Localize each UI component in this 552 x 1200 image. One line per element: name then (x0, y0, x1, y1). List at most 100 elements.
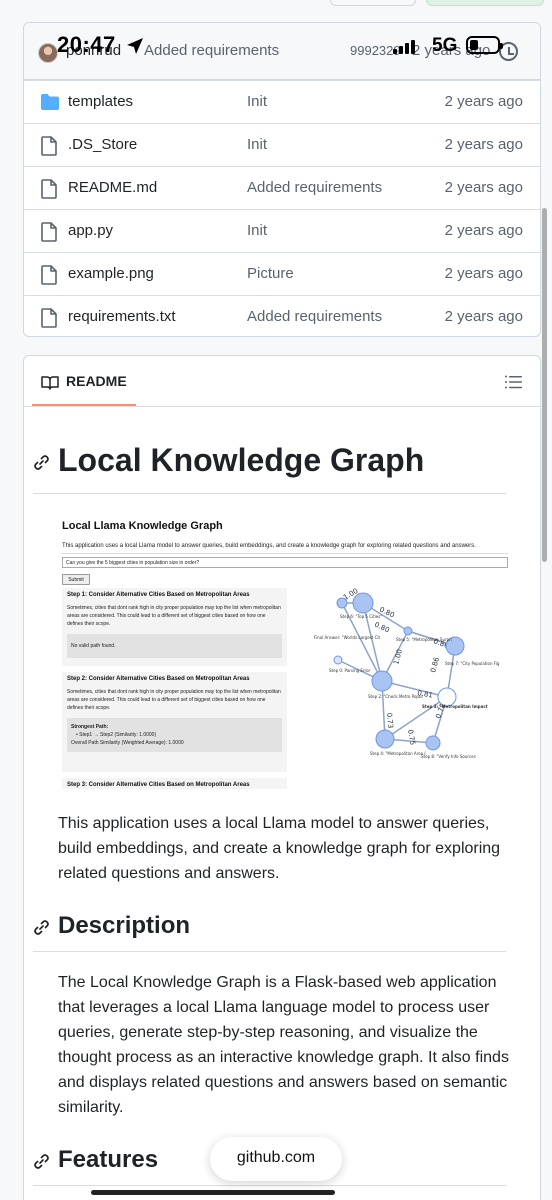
file-time: 2 years ago (444, 136, 523, 153)
node-label: Step 8: "Verify Info Sources (421, 754, 476, 759)
folder-icon (41, 94, 59, 110)
home-indicator (91, 1190, 335, 1195)
page-title: Local Knowledge Graph (58, 442, 425, 478)
file-row[interactable]: templates Init 2 years ago (24, 80, 540, 123)
step-title: Step 2: Consider Alternative Cities Base… (67, 676, 250, 682)
step-result: No valid path found. (67, 634, 282, 658)
example-step-card: Step 2: Consider Alternative Cities Base… (62, 672, 287, 772)
divider (62, 553, 508, 554)
link-icon[interactable] (33, 919, 50, 936)
divider (24, 406, 540, 407)
node-label: Step 0: Parsing Error (329, 668, 371, 673)
node-label: Final Answer: "Worlds Largest Cit (314, 635, 381, 640)
file-commit-message[interactable]: Picture (247, 265, 294, 282)
example-query-input: Can you give the 5 biggest cities in pop… (62, 557, 508, 568)
node-label: Step 6: "Top 5 Cities" (340, 614, 382, 619)
graph-node (403, 626, 413, 636)
file-time: 2 years ago (444, 179, 523, 196)
book-icon (41, 376, 59, 390)
file-commit-message[interactable]: Init (247, 93, 267, 110)
file-row[interactable]: requirements.txt Added requirements 2 ye… (24, 295, 540, 336)
example-step-card: Step 1: Consider Alternative Cities Base… (62, 588, 287, 666)
edge-label: 0.86 (429, 656, 441, 674)
tab-readme[interactable]: README (32, 356, 136, 406)
example-screenshot: Local Llama Knowledge Graph This applica… (58, 513, 508, 789)
step-title: Step 3: Consider Alternative Cities Base… (67, 782, 250, 788)
path-item-text: Step1 → Step2 (Similarity: 1.0000) (79, 732, 157, 738)
edge-label: 0.73 (385, 712, 394, 728)
commit-time: 2 years ago (412, 42, 491, 59)
file-name[interactable]: templates (68, 93, 133, 110)
commit-message[interactable]: Added requirements (144, 42, 279, 59)
strongest-path-label: Strongest Path: (71, 724, 109, 730)
node-label: Step 3: "Metropolitan Impact (422, 704, 488, 709)
file-name[interactable]: example.png (68, 265, 154, 282)
file-icon (41, 308, 57, 328)
strongest-path-item: • Step1 → Step2 (Similarity: 1.0000) (76, 732, 157, 738)
graph-node (375, 729, 395, 749)
commit-hash[interactable]: 9992329 (350, 43, 401, 58)
latest-commit-row: ponnrud Added requirements 9992329 2 yea… (24, 23, 540, 80)
file-icon (41, 222, 57, 242)
outline-icon[interactable] (505, 375, 522, 389)
readme-tab-label: README (66, 373, 127, 389)
step-path: Strongest Path: • Step1 → Step2 (Similar… (67, 718, 282, 752)
node-label: Step 2: "Check Metro Popul (368, 694, 423, 699)
avatar[interactable] (38, 43, 58, 63)
file-icon (41, 136, 57, 156)
code-button[interactable] (426, 0, 544, 6)
file-row[interactable]: example.png Picture 2 years ago (24, 252, 540, 295)
example-submit-button: Submit (62, 574, 90, 585)
link-icon[interactable] (33, 1153, 50, 1170)
top-button[interactable] (330, 0, 416, 6)
file-commit-message[interactable]: Init (247, 136, 267, 153)
step-text: Sometimes, cities that dont rank high in… (67, 689, 281, 711)
file-row[interactable]: app.py Init 2 years ago (24, 209, 540, 252)
scrollbar[interactable] (542, 208, 547, 562)
graph-node (333, 655, 343, 665)
step-text: Sometimes, cities that dont rank high in… (67, 605, 281, 627)
example-title: Local Llama Knowledge Graph (62, 520, 223, 532)
file-icon (41, 265, 57, 285)
graph-node (352, 592, 374, 614)
edge-label: 0.75 (406, 729, 417, 746)
edge-label: 0.80 (373, 621, 391, 635)
edge-label: 1.00 (392, 648, 404, 665)
file-commit-message[interactable]: Added requirements (247, 308, 382, 325)
readme-panel: README Local Knowledge Graph Local Llama… (23, 355, 541, 1200)
file-time: 2 years ago (444, 265, 523, 282)
link-icon[interactable] (33, 454, 50, 471)
section-heading: Features (58, 1146, 159, 1173)
file-time: 2 years ago (444, 222, 523, 239)
file-list-panel: ponnrud Added requirements 9992329 2 yea… (23, 22, 541, 337)
file-name[interactable]: README.md (68, 179, 157, 196)
example-description: This application uses a local Llama mode… (62, 543, 476, 549)
step-title: Step 1: Consider Alternative Cities Base… (67, 592, 250, 598)
node-label: Step 7: "City Population Fig (445, 661, 500, 666)
intro-paragraph: This application uses a local Llama mode… (58, 815, 501, 882)
path-similarity: Overall Path Similarity (Weighted Averag… (71, 740, 184, 746)
node-label: Step 4: "Metropolitan Area I (370, 751, 426, 756)
url-domain: github.com (236, 1149, 316, 1166)
file-row[interactable]: README.md Added requirements 2 years ago (24, 166, 540, 209)
readme-title-heading: Local Knowledge Graph (33, 438, 506, 494)
graph-node (371, 670, 393, 692)
file-name[interactable]: .DS_Store (68, 136, 137, 153)
graph-node (336, 597, 348, 609)
file-time: 2 years ago (444, 308, 523, 325)
node-label: Step 5: "Metropolitan Surpri (396, 637, 452, 642)
commit-author[interactable]: ponnrud (66, 42, 121, 59)
file-icon (41, 179, 57, 199)
graph-node (425, 735, 441, 751)
description-heading: Description (33, 908, 506, 952)
example-step-card: Step 3: Consider Alternative Cities Base… (62, 778, 287, 789)
file-row[interactable]: .DS_Store Init 2 years ago (24, 123, 540, 166)
file-commit-message[interactable]: Init (247, 222, 267, 239)
file-name[interactable]: requirements.txt (68, 308, 176, 325)
history-icon[interactable] (499, 42, 518, 61)
file-commit-message[interactable]: Added requirements (247, 179, 382, 196)
url-bar[interactable]: github.com (210, 1137, 342, 1181)
description-paragraph: The Local Knowledge Graph is a Flask-bas… (58, 974, 509, 1116)
file-name[interactable]: app.py (68, 222, 113, 239)
knowledge-graph: 1.00 0.80 0.80 0.86 0.86 1.00 0.81 0.73 … (314, 587, 500, 759)
